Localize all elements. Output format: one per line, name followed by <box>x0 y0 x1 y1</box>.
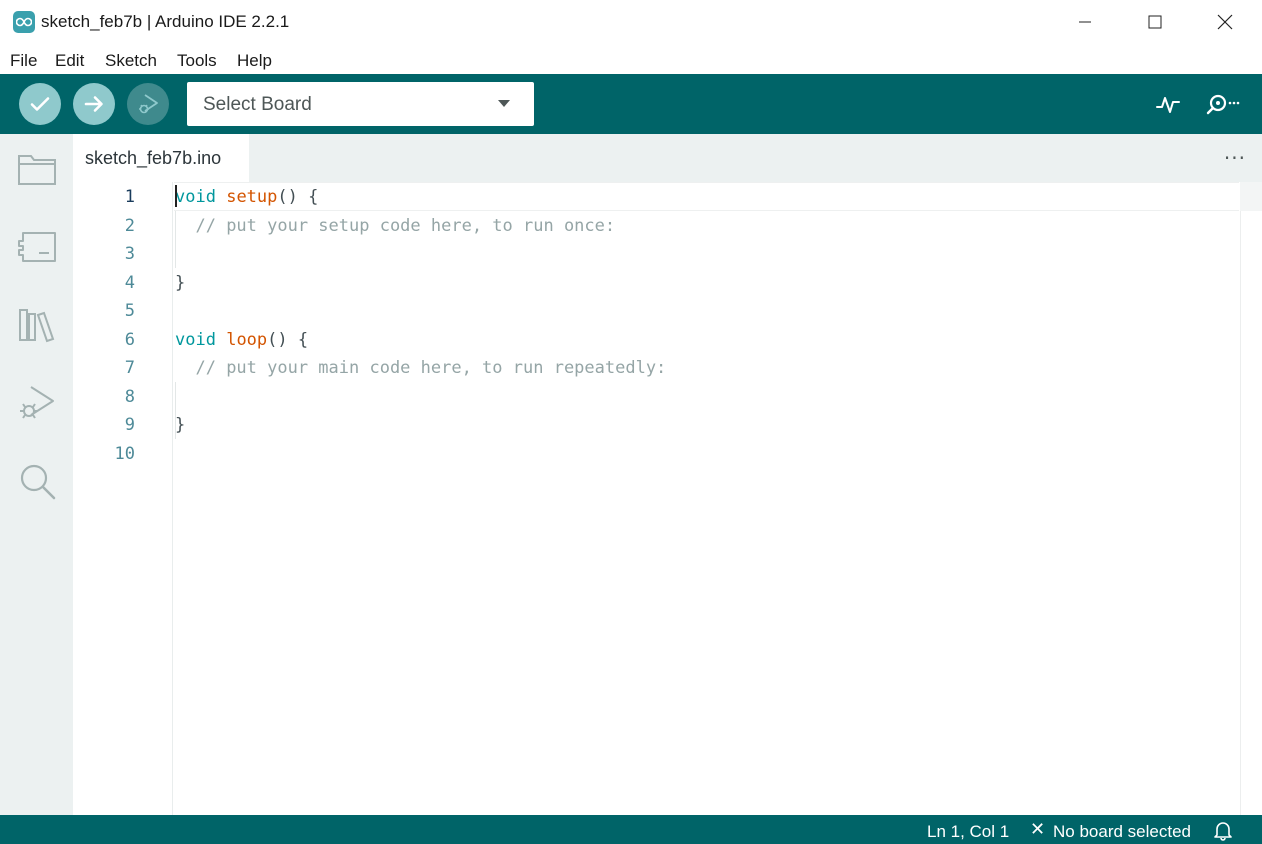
line-number: 8 <box>124 387 135 407</box>
tab-sketch-file[interactable]: sketch_feb7b.ino <box>73 134 249 182</box>
close-button[interactable] <box>1190 0 1260 44</box>
editor-tab-strip: sketch_feb7b.ino ··· <box>73 134 1262 182</box>
line-number: 6 <box>124 330 135 350</box>
left-sidebar <box>0 134 73 815</box>
bell-icon[interactable] <box>1212 819 1234 841</box>
arduino-infinity-icon <box>13 11 35 33</box>
code-keyword: void <box>175 330 216 350</box>
arrow-right-icon <box>84 96 103 112</box>
text-cursor <box>175 185 177 207</box>
serial-plotter-button[interactable] <box>1152 88 1184 120</box>
code-line: } <box>175 415 185 435</box>
sidebar-item-sketchbook[interactable] <box>16 148 58 190</box>
sidebar-item-boards-manager[interactable] <box>16 226 58 268</box>
folder-icon <box>18 155 56 185</box>
board-status[interactable]: No board selected <box>1053 822 1191 842</box>
minimize-button[interactable] <box>1050 0 1120 44</box>
board-selector[interactable]: Select Board <box>187 82 534 126</box>
code-comment: // put your setup code here, to run once… <box>195 216 616 236</box>
current-line-highlight <box>174 182 1239 211</box>
debug-play-icon <box>139 94 158 114</box>
upload-button[interactable] <box>73 83 115 125</box>
board-selector-label: Select Board <box>203 94 312 115</box>
status-bar: Ln 1, Col 1 ✕ No board selected <box>0 815 1262 844</box>
debug-icon <box>20 386 54 419</box>
scrollbar-thumb[interactable] <box>1240 182 1262 211</box>
more-options-button[interactable]: ··· <box>1224 146 1246 170</box>
books-icon <box>19 309 55 343</box>
close-icon <box>1217 14 1233 30</box>
magnifier-dots-icon <box>1206 94 1240 115</box>
chevron-down-icon <box>498 100 510 107</box>
line-number: 10 <box>114 444 135 464</box>
sidebar-item-debug[interactable] <box>16 382 58 424</box>
line-number: 9 <box>124 415 135 435</box>
x-icon: ✕ <box>1030 819 1046 840</box>
code-line: } <box>175 273 185 293</box>
toolbar: Select Board <box>0 74 1262 134</box>
menu-bar: File Edit Sketch Tools Help <box>0 44 1262 74</box>
line-number: 2 <box>124 216 135 236</box>
code-comment: // put your main code here, to run repea… <box>195 358 667 378</box>
verify-button[interactable] <box>19 83 61 125</box>
line-number: 7 <box>124 358 135 378</box>
line-number: 1 <box>124 187 135 207</box>
pulse-icon <box>1156 97 1180 113</box>
line-number: 5 <box>124 301 135 321</box>
code-punct: } <box>175 415 186 435</box>
tab-label: sketch_feb7b.ino <box>85 148 222 168</box>
menu-help[interactable]: Help <box>237 51 272 71</box>
code-line: void loop() { <box>175 330 308 350</box>
editor-scrollbar[interactable] <box>1240 182 1262 815</box>
code-line: void setup() { <box>175 187 318 207</box>
board-icon <box>18 232 56 262</box>
code-keyword: void <box>175 187 216 207</box>
menu-tools[interactable]: Tools <box>177 51 217 71</box>
code-function: loop <box>226 330 268 350</box>
debug-button[interactable] <box>127 83 169 125</box>
code-punct: () { <box>277 187 319 207</box>
code-function: setup <box>226 187 278 207</box>
serial-monitor-button[interactable] <box>1204 88 1244 120</box>
search-icon <box>20 464 56 500</box>
window-title: sketch_feb7b | Arduino IDE 2.2.1 <box>41 12 290 31</box>
code-punct: } <box>175 273 186 293</box>
checkmark-icon <box>30 97 50 111</box>
menu-file[interactable]: File <box>10 51 37 71</box>
maximize-button[interactable] <box>1120 0 1190 44</box>
menu-sketch[interactable]: Sketch <box>105 51 157 71</box>
cursor-position[interactable]: Ln 1, Col 1 <box>927 822 1009 842</box>
sidebar-item-search[interactable] <box>16 460 58 502</box>
minimize-icon <box>1079 21 1091 23</box>
line-number: 4 <box>124 273 135 293</box>
code-editor[interactable]: 1 2 3 4 5 6 7 8 9 10 void setup() { // p… <box>73 182 1262 815</box>
code-punct: () { <box>267 330 309 350</box>
title-bar: sketch_feb7b | Arduino IDE 2.2.1 <box>0 0 1262 44</box>
code-line: // put your main code here, to run repea… <box>175 358 666 378</box>
menu-edit[interactable]: Edit <box>55 51 84 71</box>
code-line: // put your setup code here, to run once… <box>175 216 615 236</box>
sidebar-item-library-manager[interactable] <box>16 304 58 346</box>
maximize-icon <box>1148 15 1162 29</box>
line-number: 3 <box>124 244 135 264</box>
